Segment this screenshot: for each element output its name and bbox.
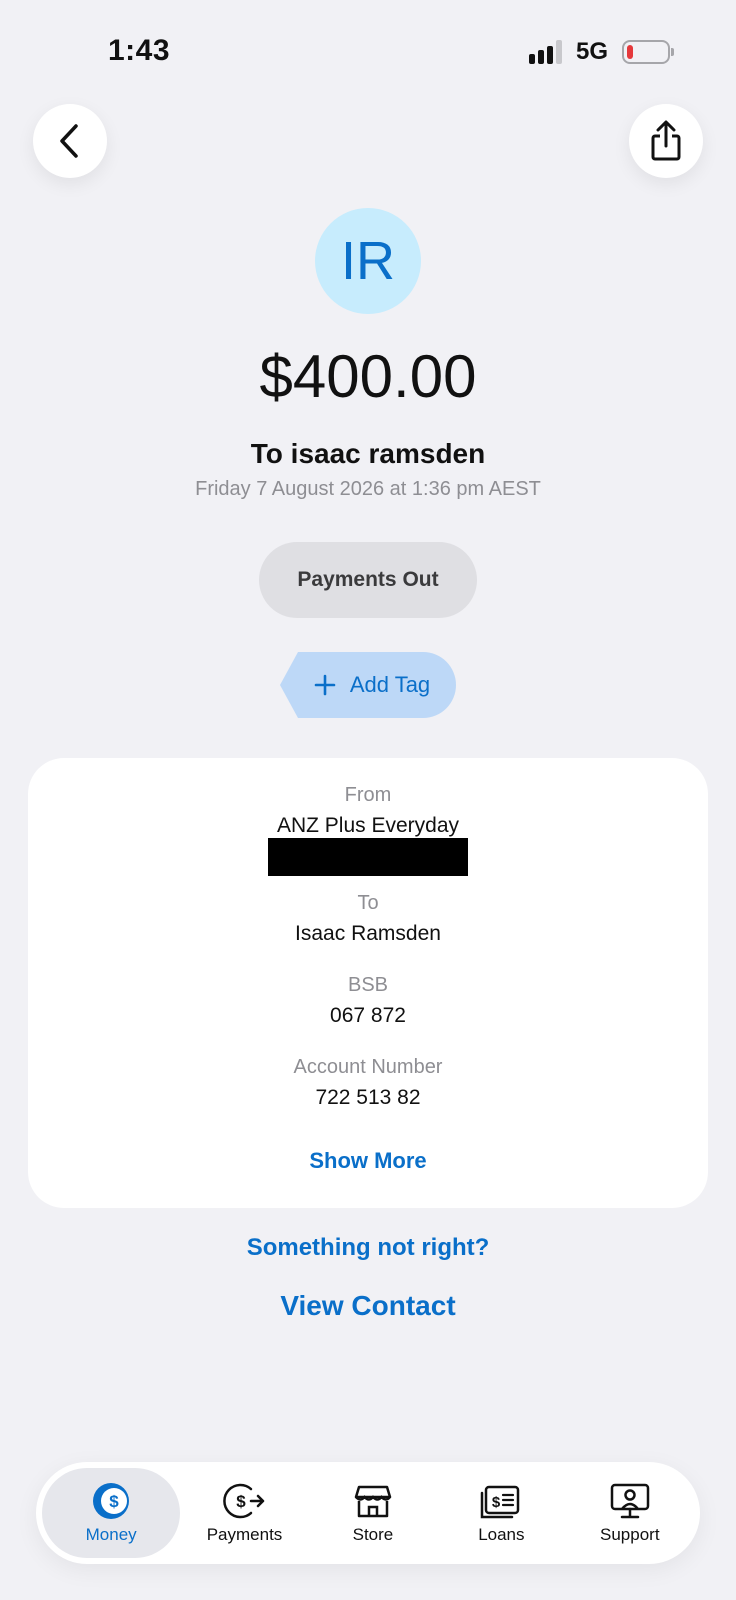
status-indicators: 5G [528,38,674,66]
plus-icon [314,674,336,696]
nav-label-money: Money [85,1525,137,1544]
svg-text:$: $ [109,1492,119,1511]
to-label: To [357,892,379,914]
view-contact-link[interactable]: View Contact [0,1290,736,1322]
nav-label-store: Store [352,1525,394,1544]
payments-icon: $ [222,1483,264,1519]
nav-label-support: Support [600,1525,660,1544]
nav-item-store[interactable]: Store [309,1468,437,1558]
share-button[interactable] [629,104,703,178]
redacted-block [268,838,468,876]
add-tag-button[interactable]: Add Tag [280,652,456,718]
from-label: From [344,784,392,806]
battery-level [627,45,633,59]
transaction-detail-screen: 1:43 5G IR $400.00 To isaac ramsden Frid… [0,0,736,1600]
nav-label-payments: Payments [206,1525,283,1544]
category-button[interactable]: Payments Out [259,542,477,618]
status-time: 1:43 [108,34,171,67]
svg-text:$: $ [492,1494,501,1511]
transaction-datetime: Friday 7 August 2026 at 1:36 pm AEST [195,478,541,500]
account-number-value: 722 513 82 [315,1086,421,1109]
support-icon [610,1483,650,1519]
loans-icon: $ [481,1485,520,1519]
from-value: ANZ Plus Everyday [276,814,460,837]
show-more-link[interactable]: Show More [28,1148,708,1174]
nav-item-loans[interactable]: $ Loans [437,1468,565,1558]
money-icon: $ [93,1483,130,1519]
back-button[interactable] [33,104,107,178]
nav-label-loans: Loans [478,1525,525,1544]
signal-icon [528,40,562,64]
to-value: Isaac Ramsden [295,922,441,945]
nav-item-money[interactable]: $ Money [42,1468,181,1558]
account-number-label: Account Number [293,1056,443,1078]
avatar: IR [315,208,421,314]
nav-item-payments[interactable]: $ Payments [180,1468,308,1558]
add-tag-label: Add Tag [349,672,431,697]
svg-text:$: $ [236,1492,246,1511]
nav-item-support[interactable]: Support [566,1468,694,1558]
transaction-amount: $400.00 [259,343,477,410]
something-not-right-link[interactable]: Something not right? [0,1234,736,1262]
bsb-value: 067 872 [330,1004,406,1027]
battery-icon [622,40,674,64]
transaction-recipient: To isaac ramsden [250,438,486,469]
network-label: 5G [575,38,608,65]
bsb-label: BSB [347,974,389,996]
bottom-nav: $ Money $ Payments Store $ Loans Support [36,1462,700,1564]
share-icon [651,120,681,161]
store-icon [354,1485,392,1518]
details-card: From ANZ Plus Everyday To Isaac Ramsden … [28,758,708,1208]
chevron-left-icon [60,124,78,158]
